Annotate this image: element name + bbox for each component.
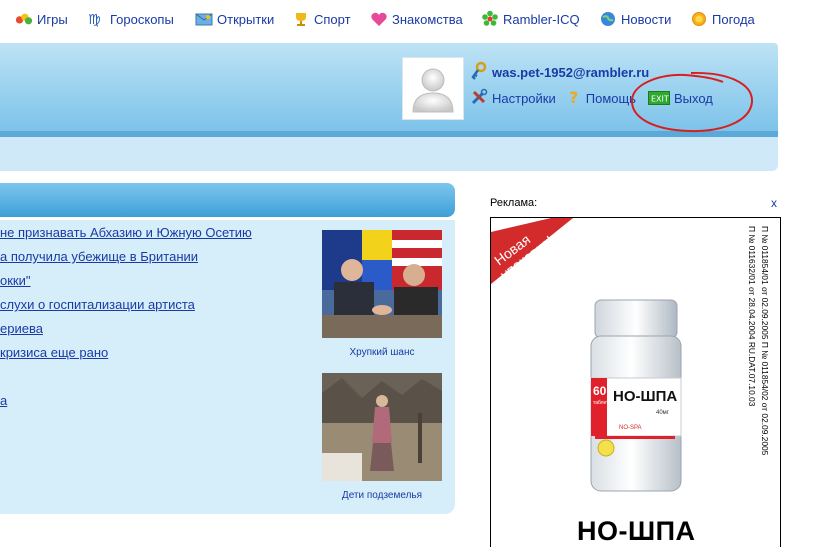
nav-item-dating[interactable]: Знакомства [370,9,463,29]
news-link[interactable]: а [0,393,7,408]
ad-dose: 40мг [656,410,670,416]
help-label: Помощь [585,90,636,106]
nav-label-weather: Погода [712,11,755,27]
settings-label: Настройки [492,90,556,106]
nav-label-news: Новости [621,11,672,27]
ad-label: Реклама: [490,197,538,209]
ad-count-unit: таблеток [593,400,614,406]
nav-label-horoscopes: Гороскопы [110,11,174,27]
ad-registration-line: П № 011854/01 от 02.09.2005 П № 011854/0… [760,226,770,456]
nav-item-icq[interactable]: Rambler-ICQ [481,9,580,29]
news-title-bar [0,183,455,217]
games-icon [15,10,33,28]
postcard-icon [195,10,213,28]
help-link[interactable]: ? Помощь [568,88,636,109]
nav-label-sport: Спорт [314,11,351,27]
nav-item-weather[interactable]: Погода [690,9,755,29]
ad-brand-name: НО-ШПА [577,516,696,546]
exit-badge-text: EXIT [651,95,669,104]
globe-icon [599,10,617,28]
trophy-icon [292,10,310,28]
ad-close-button[interactable]: x [771,196,777,210]
news-panel: не признавать Абхазию и Южную Осетию а п… [0,220,455,514]
svg-text:♍: ♍ [88,12,101,27]
nav-label-postcards: Открытки [217,11,275,27]
logout-link[interactable]: EXIT Выход [647,90,713,106]
ad-registration-line: П № 011632/01 от 28.04.2004 RU.DAT.07.10… [747,226,757,407]
nav-item-postcards[interactable]: Открытки [195,9,274,29]
nav-item-games[interactable]: Игры [15,9,68,29]
ad-product-label: НО-ШПА [613,388,677,405]
top-navigation: Игры ♍ Гороскопы Открытки Спорт Знакомст… [0,0,816,38]
icq-flower-icon [481,10,499,28]
news-link[interactable]: кризиса еще рано [0,345,108,360]
nav-item-horoscopes[interactable]: ♍ Гороскопы [88,9,174,29]
news-photo-children[interactable] [322,373,442,481]
tools-icon [470,88,488,109]
user-links: Настройки ? Помощь EXIT Выход [470,88,725,109]
news-link[interactable]: окки" [0,273,30,288]
settings-link[interactable]: Настройки [470,88,556,109]
header-band [0,43,778,131]
photo-caption[interactable]: Хрупкий шанс [322,347,442,358]
nav-item-news[interactable]: Новости [599,9,671,29]
exit-icon: EXIT [647,91,670,105]
avatar[interactable] [402,57,464,120]
ad-registration-text: П № 011854/01 от 02.09.2005 П № 011854/0… [747,226,770,456]
news-link[interactable]: слухи о госпитализации артиста [0,297,195,312]
news-photo-politicians[interactable] [322,230,442,338]
heart-icon [370,10,388,28]
user-email[interactable]: was.pet-1952@rambler.ru [492,65,649,80]
nav-item-sport[interactable]: Спорт [292,9,351,29]
key-icon [470,61,488,84]
ad-product-sub: NO-SPA [619,425,642,431]
svg-text:?: ? [569,88,578,106]
news-link[interactable]: а получила убежище в Британии [0,249,198,264]
photo-caption[interactable]: Дети подземелья [322,490,442,501]
header-subbar [0,137,778,171]
ad-count: 60 [593,384,607,398]
nav-label-icq: Rambler-ICQ [503,11,580,27]
zodiac-icon: ♍ [88,10,106,28]
user-email-row: was.pet-1952@rambler.ru [470,61,649,84]
news-link[interactable]: ериева [0,321,43,336]
help-icon: ? [568,88,582,109]
logout-label: Выход [673,90,713,106]
nav-label-games: Игры [37,11,68,27]
news-link[interactable]: не признавать Абхазию и Южную Осетию [0,225,252,240]
nav-label-dating: Знакомства [392,11,463,27]
sun-icon [690,10,708,28]
